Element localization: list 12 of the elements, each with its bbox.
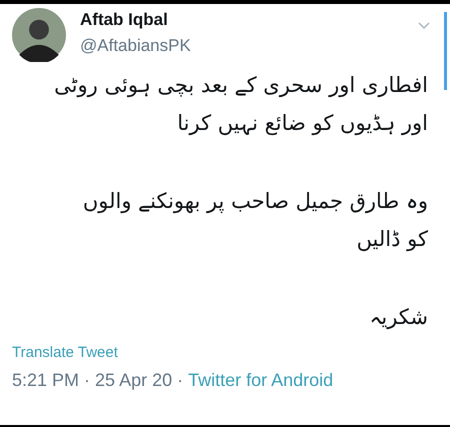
tweet-date: 25 Apr 20 xyxy=(95,370,172,391)
tweet-text: شکریہ xyxy=(368,304,429,332)
avatar-silhouette-icon[interactable] xyxy=(12,8,66,62)
separator-dot: · xyxy=(177,370,184,391)
source-link[interactable]: Twitter for Android xyxy=(188,370,334,391)
author-name[interactable]: Aftab Iqbal xyxy=(80,10,404,30)
author-handle[interactable]: @AftabiansPK xyxy=(80,36,404,56)
tweet-text: افطاری اور سحری کے بعد بچی ہوئی روٹی اور ہڈیوں کو ضائع نہیں کرنا xyxy=(53,72,429,138)
tweet-time: 5:21 PM xyxy=(12,370,80,391)
separator-dot: · xyxy=(84,370,90,391)
tweet-text: وہ طارق جمیل صاحب پر بھونکنے والوں کو ڈالیں xyxy=(82,188,429,254)
translate-link[interactable]: Translate Tweet xyxy=(12,344,118,361)
